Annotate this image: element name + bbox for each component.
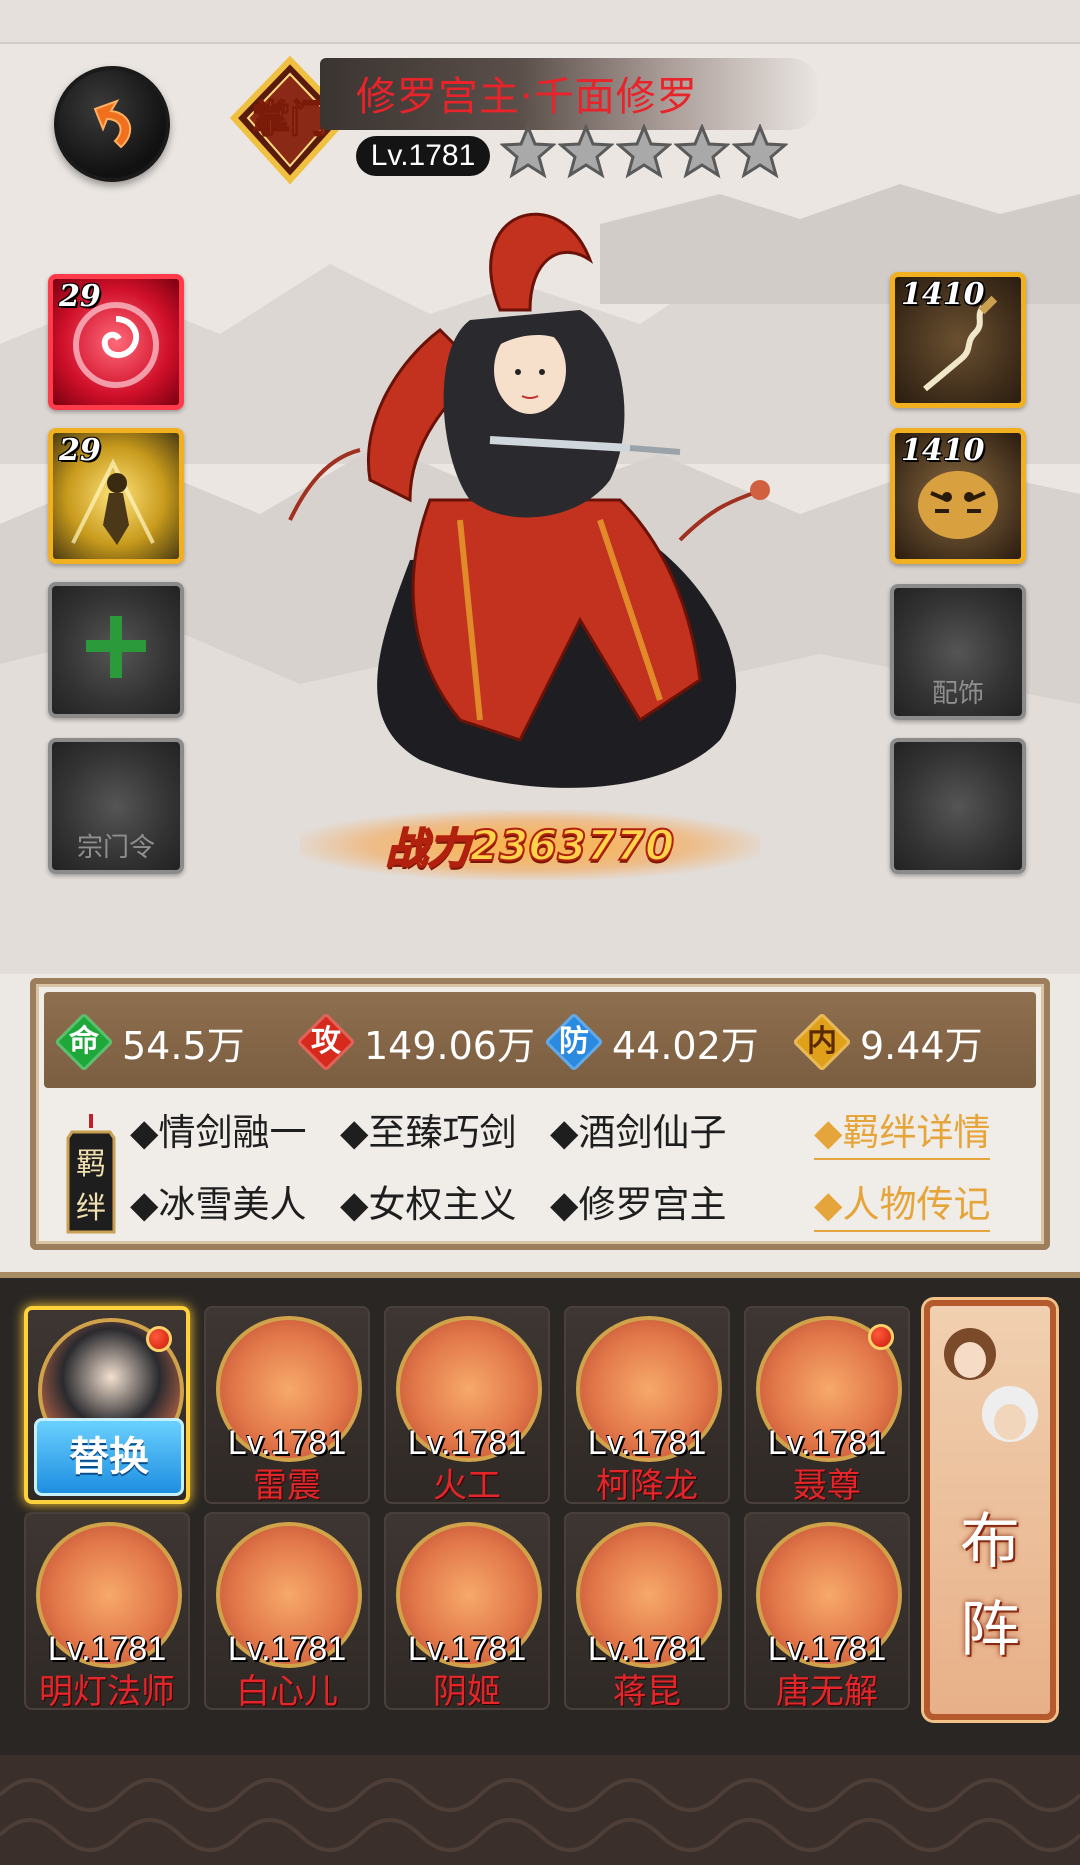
- stat-hp: 命 54.5万: [54, 1010, 245, 1074]
- attack-icon: 攻: [296, 1012, 356, 1072]
- stat-attack: 攻 149.06万: [296, 1010, 535, 1074]
- skill-level: 29: [59, 433, 101, 468]
- accessory-slot[interactable]: 配饰: [890, 584, 1026, 720]
- team-member-card[interactable]: Lv.1781 聂尊: [744, 1306, 910, 1504]
- sect-token-slot[interactable]: 宗门令: [48, 738, 184, 874]
- empty-equip-slot[interactable]: [890, 738, 1026, 874]
- team-member-card[interactable]: Lv.1781 唐无解: [744, 1512, 910, 1710]
- team-member-card[interactable]: Lv.1781 蒋昆: [564, 1512, 730, 1710]
- bond-tag-char-2: 绊: [76, 1191, 106, 1226]
- stats-panel: 命 54.5万 攻 149.06万 防 44.02万 内 9.44万 羁 绊 ◆…: [30, 978, 1050, 1250]
- hero-level: Lv.1781: [356, 136, 490, 176]
- member-name: 唐无解: [776, 1672, 878, 1710]
- stat-hp-value: 54.5万: [122, 1023, 245, 1068]
- stat-row: 命 54.5万 攻 149.06万 防 44.02万 内 9.44万: [44, 992, 1036, 1088]
- add-slot[interactable]: [48, 582, 184, 718]
- bond-item: ◆酒剑仙子: [550, 1111, 727, 1154]
- sect-badge-text: 掌门: [252, 97, 328, 141]
- skill-level: 29: [59, 279, 101, 314]
- battle-power-label: 战力: [385, 823, 471, 874]
- bond-item: ◆冰雪美人: [130, 1183, 307, 1226]
- slot-label: 宗门令: [76, 833, 155, 863]
- battle-power-value: 2363770: [469, 820, 676, 871]
- hero-name: 修罗宫主·千面修罗: [356, 74, 698, 120]
- star-icon: [500, 124, 556, 179]
- hp-icon: 命: [54, 1012, 114, 1072]
- equip-level: 1410: [901, 277, 985, 312]
- member-name: 雷震: [253, 1466, 321, 1504]
- bond-item: ◆女权主义: [340, 1183, 517, 1226]
- member-name: 柯降龙: [596, 1466, 698, 1504]
- notification-dot: [868, 1324, 894, 1350]
- stat-defense-value: 44.02万: [612, 1023, 759, 1068]
- star-icon: [558, 124, 614, 179]
- back-button[interactable]: [54, 66, 170, 182]
- wave-pattern-footer: [0, 1755, 1080, 1865]
- bond-tag: 羁 绊: [66, 1114, 116, 1234]
- team-member-card[interactable]: Lv.1781 明灯法师: [24, 1512, 190, 1710]
- return-arrow-icon: [93, 99, 132, 149]
- defense-icon: 防: [544, 1012, 604, 1072]
- star-icon: [732, 124, 788, 179]
- replace-button[interactable]: 替换: [34, 1418, 184, 1496]
- team-member-card[interactable]: Lv.1781 雷震: [204, 1306, 370, 1504]
- member-name: 火工: [433, 1466, 501, 1504]
- member-name: 聂尊: [793, 1466, 861, 1504]
- notification-dot: [146, 1326, 172, 1352]
- formation-characters-art: [944, 1328, 1038, 1442]
- team-member-card[interactable]: Lv.1781 柯降龙: [564, 1306, 730, 1504]
- plus-icon: [86, 616, 146, 678]
- bond-item: ◆情剑融一: [130, 1111, 307, 1154]
- stat-internal-value: 9.44万: [860, 1023, 983, 1068]
- skill-slot-2[interactable]: 29: [48, 428, 184, 564]
- bond-tag-char-1: 羁: [76, 1147, 106, 1182]
- formation-label: 布阵: [960, 1507, 1020, 1665]
- team-member-card[interactable]: Lv.1781 白心儿: [204, 1512, 370, 1710]
- team-member-card[interactable]: Lv.1781 火工: [384, 1306, 550, 1504]
- bond-details-link[interactable]: ◆羁绊详情: [814, 1102, 991, 1160]
- team-member-card-selected[interactable]: 替换: [24, 1306, 190, 1504]
- weapon-slot[interactable]: 1410: [890, 272, 1026, 408]
- armor-slot[interactable]: 1410: [890, 428, 1026, 564]
- member-name: 明灯法师: [39, 1672, 175, 1710]
- star-icon: [616, 124, 672, 179]
- formation-button[interactable]: 布阵: [924, 1300, 1056, 1720]
- bond-item: ◆修罗宫主: [550, 1183, 727, 1226]
- star-icon: [674, 124, 730, 179]
- internal-icon: 内: [792, 1012, 852, 1072]
- member-name: 蒋昆: [613, 1672, 681, 1710]
- skill-slot-1[interactable]: 29: [48, 274, 184, 410]
- star-rating: [500, 124, 788, 180]
- bond-item: ◆至臻巧剑: [340, 1111, 517, 1154]
- team-member-card[interactable]: Lv.1781 阴姬: [384, 1512, 550, 1710]
- biography-link[interactable]: ◆人物传记: [814, 1174, 991, 1232]
- stat-attack-value: 149.06万: [364, 1023, 535, 1068]
- status-bar: [0, 0, 1080, 44]
- equip-level: 1410: [901, 433, 985, 468]
- slot-label: 配饰: [931, 679, 984, 709]
- stat-defense: 防 44.02万: [544, 1010, 759, 1074]
- battle-power: 战力 2363770: [300, 810, 760, 880]
- member-name: 阴姬: [433, 1672, 501, 1710]
- stat-internal: 内 9.44万: [792, 1010, 983, 1074]
- hero-portrait: [288, 212, 770, 788]
- member-name: 白心儿: [236, 1672, 338, 1710]
